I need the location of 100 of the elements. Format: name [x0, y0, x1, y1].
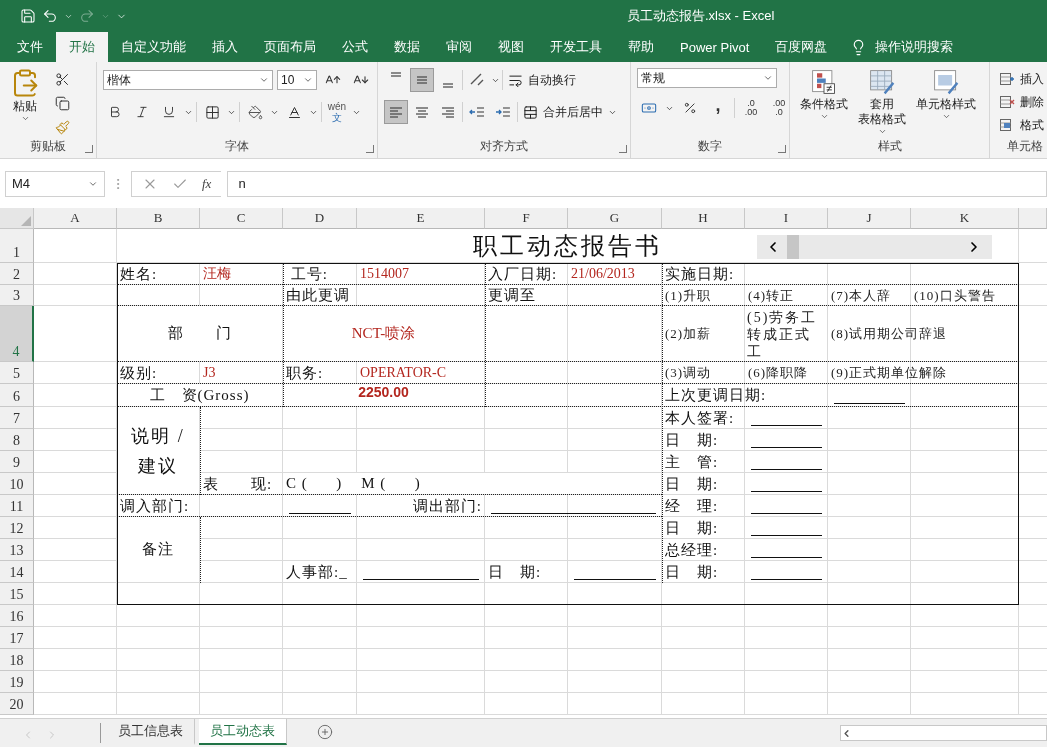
- row-header[interactable]: 15: [0, 583, 34, 605]
- wrap-text-button[interactable]: 自动换行: [505, 69, 579, 91]
- row-header[interactable]: 12: [0, 517, 34, 539]
- insert-function-button[interactable]: fx: [202, 175, 212, 192]
- indent-increase-icon[interactable]: [495, 104, 511, 120]
- dialog-launcher-icon[interactable]: [85, 145, 93, 153]
- table-style-icon: [932, 68, 960, 96]
- ribbon-tab[interactable]: 数据: [381, 32, 433, 62]
- row-header[interactable]: 8: [0, 429, 34, 451]
- column-header[interactable]: F: [485, 208, 568, 229]
- row-header[interactable]: 17: [0, 627, 34, 649]
- cell-label: 级别:: [119, 363, 159, 383]
- phonetic-button[interactable]: wén 文: [325, 100, 349, 124]
- ribbon-tab[interactable]: 页面布局: [251, 32, 329, 62]
- scroll-thumb[interactable]: [787, 235, 799, 259]
- ribbon-tab[interactable]: Power Pivot: [667, 32, 763, 62]
- row-header[interactable]: 11: [0, 495, 34, 517]
- horizontal-align-button[interactable]: [384, 100, 408, 124]
- row-header[interactable]: 20: [0, 693, 34, 715]
- row-header[interactable]: 1: [0, 229, 34, 263]
- align-center-icon: [414, 106, 430, 118]
- merge-center-button[interactable]: 合并后居中: [520, 101, 606, 123]
- redo-icon[interactable]: [79, 8, 95, 24]
- name-box[interactable]: M4: [5, 170, 105, 197]
- cells-button[interactable]: 插入: [996, 68, 1047, 90]
- style-button[interactable]: 套用 表格格式: [854, 68, 910, 138]
- column-header[interactable]: I: [745, 208, 828, 229]
- row-header[interactable]: 16: [0, 605, 34, 627]
- row-header[interactable]: 18: [0, 649, 34, 671]
- cells-button[interactable]: 删除: [996, 91, 1047, 113]
- style-button[interactable]: 条件格式: [796, 68, 852, 138]
- dialog-launcher-icon[interactable]: [619, 145, 627, 153]
- delete-cells-icon: [999, 94, 1015, 110]
- ribbon-tab[interactable]: 视图: [485, 32, 537, 62]
- style-button[interactable]: 单元格样式: [912, 68, 980, 138]
- column-header[interactable]: C: [200, 208, 283, 229]
- text-angle-icon: [469, 72, 485, 88]
- cells-button[interactable]: 格式: [996, 114, 1047, 136]
- dialog-launcher-icon[interactable]: [778, 145, 786, 153]
- tell-me-search[interactable]: 操作说明搜索: [875, 38, 954, 56]
- ribbon-tab[interactable]: 文件: [4, 32, 56, 62]
- formula-input[interactable]: n: [227, 170, 1047, 197]
- row-header[interactable]: 10: [0, 473, 34, 495]
- align-right-icon: [440, 106, 456, 118]
- sheet-tab[interactable]: 员工信息表: [107, 719, 195, 745]
- save-icon[interactable]: [20, 8, 36, 24]
- comma-style-button[interactable]: ,: [706, 96, 730, 120]
- wrap-text-icon: [508, 72, 523, 88]
- undo-icon[interactable]: [42, 8, 58, 24]
- column-header[interactable]: D: [283, 208, 357, 229]
- row-header[interactable]: 4: [0, 306, 34, 362]
- column-header[interactable]: K: [911, 208, 1019, 229]
- row-header[interactable]: 6: [0, 384, 34, 407]
- row-header[interactable]: 19: [0, 671, 34, 693]
- row-header[interactable]: 7: [0, 407, 34, 429]
- dialog-launcher-icon[interactable]: [366, 145, 374, 153]
- number-format-select[interactable]: 常规: [637, 68, 777, 88]
- grid-icon: [204, 104, 220, 120]
- row-header[interactable]: 3: [0, 285, 34, 306]
- align-left-icon: [388, 106, 404, 118]
- font-size-select[interactable]: 10: [277, 70, 317, 90]
- font-name-select[interactable]: 楷体: [103, 70, 273, 90]
- ribbon-tab[interactable]: 公式: [329, 32, 381, 62]
- ribbon-tab[interactable]: 审阅: [433, 32, 485, 62]
- paste-button[interactable]: 粘贴: [6, 68, 44, 138]
- column-header[interactable]: B: [117, 208, 200, 229]
- worksheet-grid[interactable]: [0, 208, 1047, 715]
- caret-icon: [20, 114, 30, 123]
- ribbon-tab[interactable]: 插入: [199, 32, 251, 62]
- ribbon-tab[interactable]: 开发工具: [537, 32, 615, 62]
- fill-in-line: [751, 535, 822, 536]
- scroll-bar[interactable]: [757, 235, 992, 259]
- vertical-align-button[interactable]: [410, 68, 434, 92]
- row-header[interactable]: 2: [0, 263, 34, 285]
- column-header[interactable]: J: [828, 208, 911, 229]
- ribbon-tab[interactable]: 帮助: [615, 32, 667, 62]
- row-header[interactable]: 5: [0, 362, 34, 384]
- row-header[interactable]: 13: [0, 539, 34, 561]
- decrease-decimal-button[interactable]: .00 .0: [767, 96, 791, 120]
- ribbon-tab[interactable]: 开始: [56, 32, 108, 62]
- cell-label: 实施日期:: [664, 264, 736, 284]
- column-header[interactable]: A: [34, 208, 117, 229]
- ribbon-tab[interactable]: 百度网盘: [762, 32, 841, 62]
- column-header[interactable]: E: [357, 208, 485, 229]
- indent-decrease-icon[interactable]: [469, 104, 485, 120]
- horizontal-scroll-bar[interactable]: [840, 725, 1047, 741]
- table-style-icon: [810, 68, 838, 96]
- row-header[interactable]: 9: [0, 451, 34, 473]
- cell-value: 21/06/2013: [570, 265, 636, 283]
- column-header[interactable]: H: [662, 208, 745, 229]
- add-sheet-icon[interactable]: [317, 724, 333, 740]
- row-header[interactable]: 14: [0, 561, 34, 583]
- cell-value: J3: [202, 364, 217, 382]
- triangle-icon: [21, 216, 31, 226]
- group-label: 对齐方式: [479, 138, 529, 155]
- paint-bucket-icon: [247, 104, 263, 120]
- column-header[interactable]: G: [568, 208, 662, 229]
- sheet-tab[interactable]: 员工动态表: [199, 719, 287, 745]
- increase-decimal-button[interactable]: .0 .00: [739, 96, 763, 120]
- ribbon-tab[interactable]: 自定义功能: [108, 32, 199, 62]
